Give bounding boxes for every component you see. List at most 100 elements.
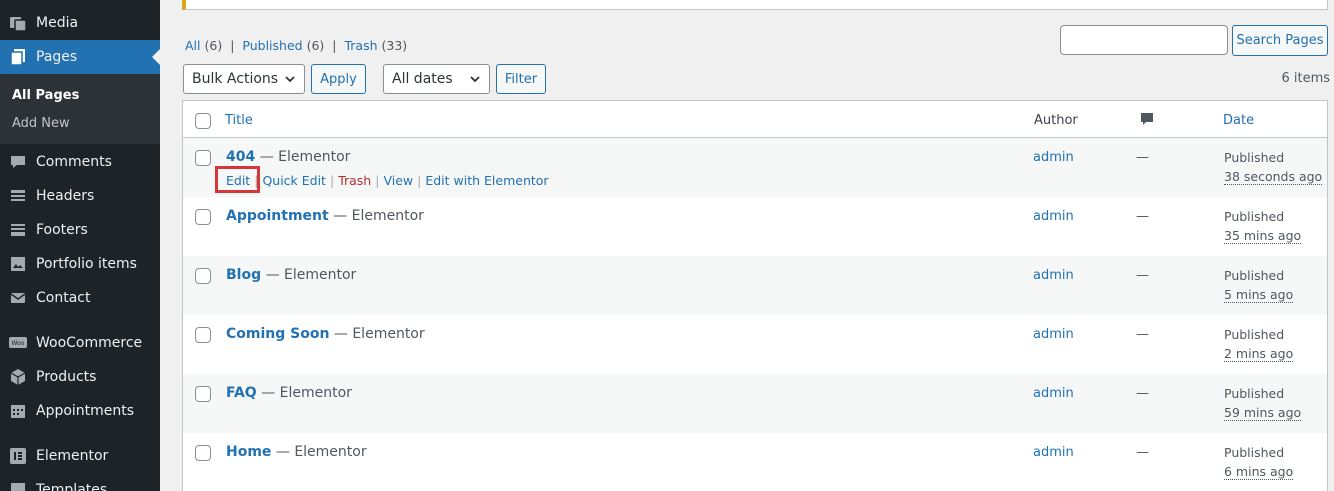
sidebar-item-pages[interactable]: Pages <box>0 40 160 74</box>
publish-status: Published <box>1224 386 1285 401</box>
page-title-link[interactable]: 404 <box>226 149 255 165</box>
sidebar-item-products[interactable]: Products <box>0 360 160 394</box>
trash-link[interactable]: Trash <box>338 173 371 188</box>
row-checkbox[interactable] <box>195 445 211 461</box>
svg-text:Woo: Woo <box>12 340 25 347</box>
table-header: Title Author Date <box>183 101 1327 138</box>
page-title-link[interactable]: FAQ <box>226 385 257 401</box>
filter-button[interactable]: Filter <box>496 64 546 94</box>
sidebar-item-label: Appointments <box>36 403 135 419</box>
admin-notice <box>182 0 1328 10</box>
bulk-actions-select[interactable]: Bulk Actions <box>183 64 305 94</box>
woocommerce-icon: Woo <box>8 333 28 353</box>
comment-count: — <box>1136 327 1149 342</box>
sidebar-item-media[interactable]: Media <box>0 6 160 40</box>
sidebar-item-comments[interactable]: Comments <box>0 145 160 179</box>
apply-button[interactable]: Apply <box>311 64 366 94</box>
row-title: Home — Elementor <box>226 444 367 460</box>
row-checkbox[interactable] <box>195 150 211 166</box>
search-input[interactable] <box>1060 25 1228 55</box>
publish-status: Published <box>1224 445 1285 460</box>
table-row: Appointment — Elementor admin — Publishe… <box>183 197 1327 256</box>
search-pages-button[interactable]: Search Pages <box>1232 25 1328 56</box>
page-state: — Elementor <box>261 385 352 401</box>
author-link[interactable]: admin <box>1033 268 1074 283</box>
row-checkbox[interactable] <box>195 209 211 225</box>
page-title-link[interactable]: Coming Soon <box>226 326 329 342</box>
sidebar-item-label: Pages <box>36 49 78 65</box>
comment-count: — <box>1136 445 1149 460</box>
calendar-icon <box>8 401 28 421</box>
title-column-header[interactable]: Title <box>225 113 253 128</box>
publish-status: Published <box>1224 150 1285 165</box>
admin-sidebar: Media Pages All Pages Add New Comments H… <box>0 0 160 491</box>
row-title: Appointment — Elementor <box>226 208 424 224</box>
publish-time: 2 mins ago <box>1224 346 1294 362</box>
sidebar-item-woocommerce[interactable]: Woo WooCommerce <box>0 326 160 360</box>
row-checkbox[interactable] <box>195 268 211 284</box>
edit-with-elementor-link[interactable]: Edit with Elementor <box>425 173 548 188</box>
page-title-link[interactable]: Blog <box>226 267 261 283</box>
comment-count: — <box>1136 150 1149 165</box>
sidebar-item-footers[interactable]: Footers <box>0 213 160 247</box>
action-separator: | <box>329 173 335 188</box>
envelope-icon <box>8 288 28 308</box>
view-link[interactable]: View <box>383 173 413 188</box>
filter-separator: | <box>230 38 235 53</box>
row-checkbox[interactable] <box>195 327 211 343</box>
table-row: FAQ — Elementor admin — Published 59 min… <box>183 374 1327 433</box>
page-state: — Elementor <box>259 149 351 165</box>
pages-icon <box>8 47 28 67</box>
comment-count: — <box>1136 268 1149 283</box>
table-row: Home — Elementor admin — Published 6 min… <box>183 433 1327 491</box>
comment-count: — <box>1136 386 1149 401</box>
sidebar-item-portfolio[interactable]: Portfolio items <box>0 247 160 281</box>
pages-submenu: All Pages Add New <box>0 74 160 144</box>
sidebar-item-elementor[interactable]: Elementor <box>0 439 160 473</box>
quick-edit-link[interactable]: Quick Edit <box>262 173 326 188</box>
publish-time: 6 mins ago <box>1224 464 1294 480</box>
author-link[interactable]: admin <box>1033 150 1074 165</box>
sidebar-item-label: Comments <box>36 154 112 170</box>
submenu-add-new[interactable]: Add New <box>12 116 70 131</box>
page-title-link[interactable]: Appointment <box>226 208 329 224</box>
chevron-down-icon <box>470 76 480 83</box>
table-row: Coming Soon — Elementor admin — Publishe… <box>183 315 1327 374</box>
comment-bubble-icon[interactable] <box>1140 112 1154 132</box>
date-column-header[interactable]: Date <box>1223 113 1254 128</box>
status-filter-links: All (6) | Published (6) | Trash (33) <box>185 38 407 53</box>
author-link[interactable]: admin <box>1033 209 1074 224</box>
sidebar-item-headers[interactable]: Headers <box>0 179 160 213</box>
page-title-link[interactable]: Home <box>226 444 271 460</box>
filter-published-link[interactable]: Published <box>242 38 302 53</box>
sidebar-item-appointments[interactable]: Appointments <box>0 394 160 428</box>
filter-all-link[interactable]: All <box>185 38 201 53</box>
filter-trash-link[interactable]: Trash <box>344 38 377 53</box>
sidebar-item-templates[interactable]: Templates <box>0 473 160 491</box>
filter-separator: | <box>332 38 337 53</box>
items-count: 6 items <box>1281 71 1330 86</box>
row-title: FAQ — Elementor <box>226 385 352 401</box>
submenu-all-pages[interactable]: All Pages <box>12 88 79 103</box>
row-actions: Edit | Quick Edit | Trash | View | Edit … <box>226 173 549 188</box>
sidebar-item-label: WooCommerce <box>36 335 143 351</box>
select-all-checkbox[interactable] <box>195 113 211 129</box>
templates-icon <box>8 480 28 491</box>
page-state: — Elementor <box>275 444 367 460</box>
sidebar-item-label: Products <box>36 369 97 385</box>
row-checkbox[interactable] <box>195 386 211 402</box>
bulk-actions-value: Bulk Actions <box>192 71 279 87</box>
author-link[interactable]: admin <box>1033 386 1074 401</box>
sidebar-item-contact[interactable]: Contact <box>0 281 160 315</box>
author-link[interactable]: admin <box>1033 445 1074 460</box>
sidebar-item-label: Templates <box>36 482 108 491</box>
author-column-header: Author <box>1034 113 1078 128</box>
table-row: 404 — Elementor Edit | Quick Edit | Tras… <box>183 138 1327 197</box>
row-title: Blog — Elementor <box>226 267 356 283</box>
action-separator: | <box>375 173 380 188</box>
row-title: 404 — Elementor <box>226 149 350 165</box>
dates-select[interactable]: All dates <box>383 64 490 94</box>
portfolio-icon <box>8 254 28 274</box>
author-link[interactable]: admin <box>1033 327 1074 342</box>
publish-time: 5 mins ago <box>1224 287 1294 303</box>
